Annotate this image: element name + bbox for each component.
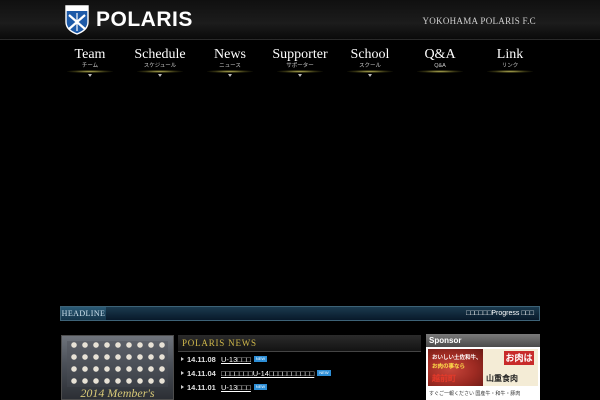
news-panel: POLARIS NEWS 14.11.08 U-13□□□ NEW 14.11.… <box>178 335 421 400</box>
headline-link[interactable]: □□□□□□Progress □□□ <box>466 310 534 317</box>
headline-ticker: HEADLINE □□□□□□Progress □□□ <box>60 306 540 321</box>
members-banner[interactable]: 2014 Member's <box>61 335 174 400</box>
nav-label: Q&A <box>424 47 456 62</box>
nav-label: Schedule <box>134 47 186 62</box>
site-header: POLARIS YOKOHAMA POLARIS F.C <box>0 0 600 40</box>
news-item[interactable]: 14.11.04 □□□□□□□U-14□□□□□□□□□□ NEW <box>178 366 421 380</box>
headline-tag: HEADLINE <box>61 307 106 320</box>
news-item[interactable]: 14.11.01 U-13□□□ NEW <box>178 380 421 394</box>
site-logo[interactable]: POLARIS <box>65 4 193 36</box>
nav-label: Supporter <box>272 47 328 62</box>
new-badge: NEW <box>253 384 268 390</box>
main-nav: Team チーム Schedule スケジュール News ニュース Suppo… <box>55 40 545 82</box>
nav-item-link[interactable]: Link リンク <box>475 40 545 82</box>
nav-label: School <box>350 47 390 62</box>
club-name: YOKOHAMA POLARIS F.C <box>422 16 536 26</box>
hero-slideshow <box>60 86 540 301</box>
sponsor-panel: Sponsor おいしい土佐和牛、 お肉の事なら 越前町 お肉は 山重食肉 すぐ… <box>426 334 540 400</box>
nav-highlight <box>277 70 323 73</box>
ad-brand: お肉は <box>504 351 534 365</box>
nav-sublabel: スケジュール <box>143 63 177 69</box>
bullet-arrow-icon <box>181 357 184 361</box>
nav-item-school[interactable]: School スクール <box>335 40 405 82</box>
logo-wordmark: POLARIS <box>96 8 193 31</box>
new-badge: NEW <box>253 356 268 362</box>
sponsor-ad[interactable]: おいしい土佐和牛、 お肉の事なら 越前町 お肉は 山重食肉 <box>428 349 538 386</box>
chevron-down-icon <box>88 74 92 77</box>
new-badge: NEW <box>317 370 331 376</box>
nav-highlight <box>137 70 183 73</box>
news-link[interactable]: U-13□□□ <box>221 355 251 364</box>
ad-copy: お肉の事なら <box>432 364 466 370</box>
sponsor-title: Sponsor <box>426 334 540 347</box>
news-date: 14.11.01 <box>187 382 216 392</box>
nav-label: Link <box>496 47 524 62</box>
news-item[interactable]: 14.11.08 U-13□□□ NEW <box>178 352 421 366</box>
nav-sublabel: Q&A <box>434 63 446 69</box>
nav-label: Team <box>74 47 106 62</box>
ad-copy: おいしい土佐和牛、 <box>432 355 482 361</box>
nav-item-team[interactable]: Team チーム <box>55 40 125 82</box>
nav-sublabel: スクール <box>358 63 381 69</box>
nav-sublabel: サポーター <box>286 63 314 69</box>
news-title: POLARIS NEWS <box>178 335 421 352</box>
bullet-arrow-icon <box>181 385 184 389</box>
news-date: 14.11.08 <box>187 354 216 364</box>
sponsor-note: すぐご一報ください 国産牛・和牛・豚肉 <box>429 391 521 397</box>
chevron-down-icon <box>368 74 372 77</box>
bullet-arrow-icon <box>181 371 184 375</box>
nav-sublabel: リンク <box>501 63 519 69</box>
nav-highlight <box>417 70 463 73</box>
nav-highlight <box>487 70 533 73</box>
chevron-down-icon <box>228 74 232 77</box>
nav-highlight <box>67 70 113 73</box>
nav-item-news[interactable]: News ニュース <box>195 40 265 82</box>
chevron-down-icon <box>158 74 162 77</box>
nav-highlight <box>207 70 253 73</box>
team-photo <box>67 341 168 387</box>
nav-item-supporter[interactable]: Supporter サポーター <box>265 40 335 82</box>
ad-shop-name: 山重食肉 <box>486 374 518 383</box>
nav-item-schedule[interactable]: Schedule スケジュール <box>125 40 195 82</box>
nav-sublabel: ニュース <box>219 63 241 69</box>
nav-sublabel: チーム <box>81 63 99 69</box>
nav-label: News <box>214 47 246 62</box>
news-date: 14.11.04 <box>187 368 216 378</box>
ad-area: 越前町 <box>432 374 456 383</box>
news-link[interactable]: □□□□□□□U-14□□□□□□□□□□ <box>221 369 314 378</box>
chevron-down-icon <box>298 74 302 77</box>
news-link[interactable]: U-13□□□ <box>221 383 251 392</box>
members-caption: 2014 Member's <box>80 386 155 400</box>
nav-item-qa[interactable]: Q&A Q&A <box>405 40 475 82</box>
nav-highlight <box>347 70 393 73</box>
shield-icon <box>65 5 89 35</box>
